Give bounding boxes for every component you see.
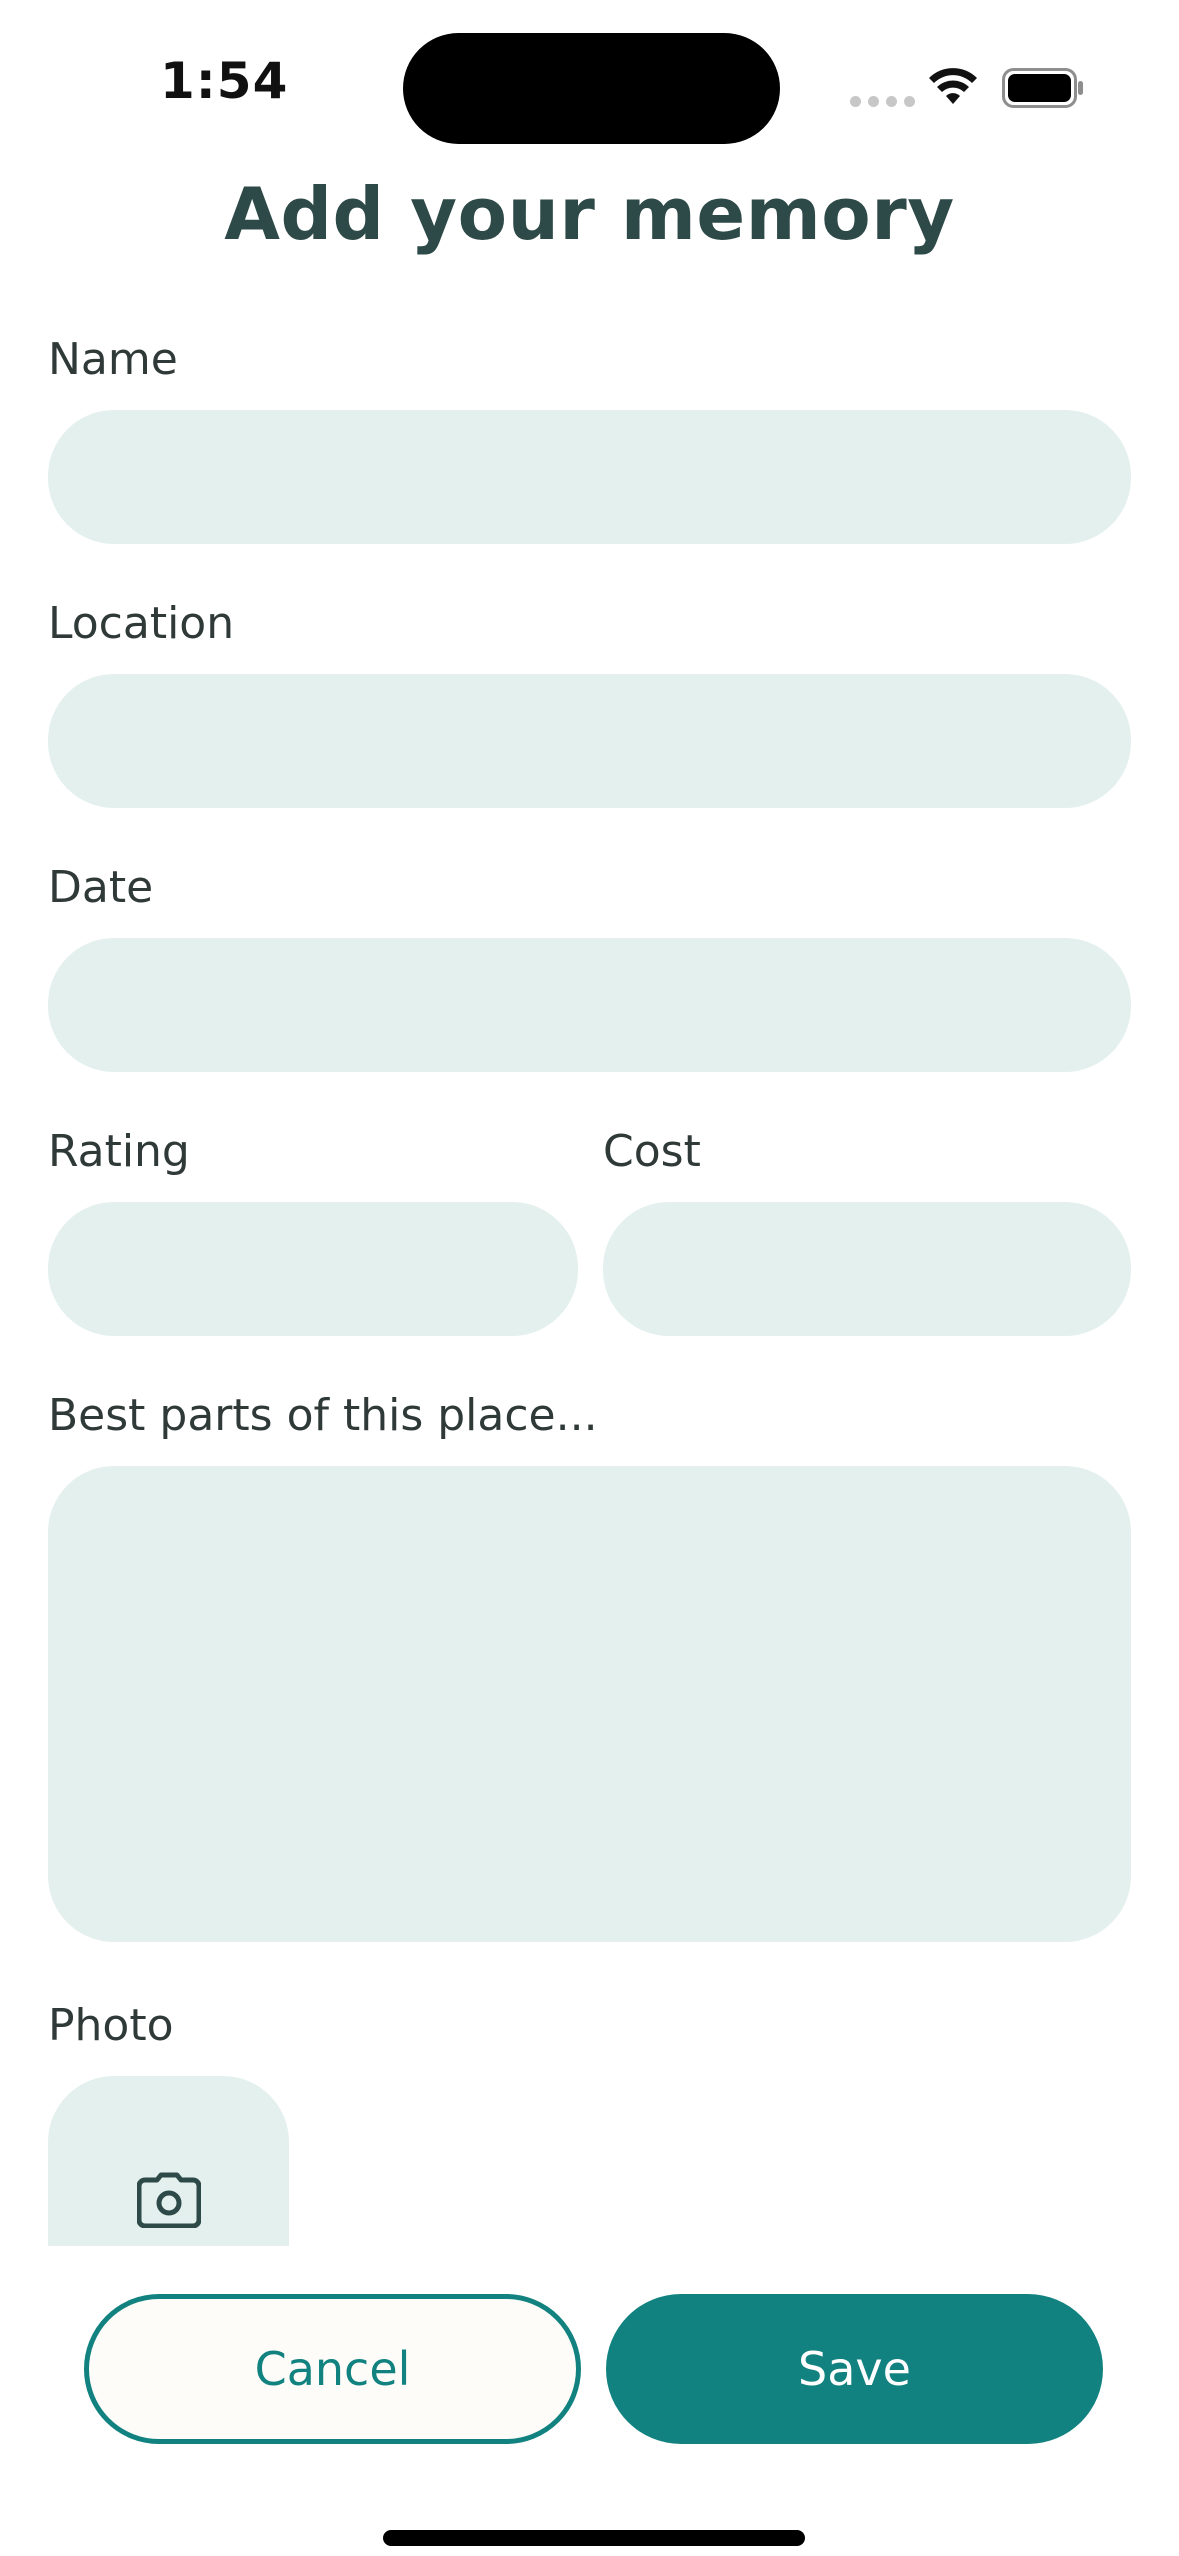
best-parts-label: Best parts of this place...: [48, 1390, 598, 1441]
cancel-button[interactable]: Cancel: [84, 2294, 581, 2444]
home-indicator[interactable]: [383, 2530, 805, 2546]
status-time: 1:54: [160, 52, 289, 110]
save-button[interactable]: Save: [606, 2294, 1103, 2444]
location-input[interactable]: [48, 674, 1131, 808]
photo-label: Photo: [48, 2000, 174, 2051]
page-title: Add your memory: [224, 172, 955, 256]
date-label: Date: [48, 862, 154, 913]
rating-input[interactable]: [48, 1202, 578, 1336]
photo-picker-button[interactable]: [48, 2076, 289, 2246]
dynamic-island: [403, 33, 780, 144]
cost-input[interactable]: [603, 1202, 1131, 1336]
cancel-button-label: Cancel: [254, 2342, 411, 2396]
location-label: Location: [48, 598, 235, 649]
camera-icon: [136, 2172, 201, 2228]
date-input[interactable]: [48, 938, 1131, 1072]
name-input[interactable]: [48, 410, 1131, 544]
wifi-icon: [929, 68, 977, 104]
battery-icon: [1002, 68, 1083, 108]
save-button-label: Save: [798, 2342, 911, 2396]
cost-label: Cost: [603, 1126, 701, 1177]
best-parts-textarea[interactable]: [48, 1466, 1131, 1942]
name-label: Name: [48, 334, 178, 385]
cellular-signal-icon: [850, 96, 915, 107]
rating-label: Rating: [48, 1126, 190, 1177]
